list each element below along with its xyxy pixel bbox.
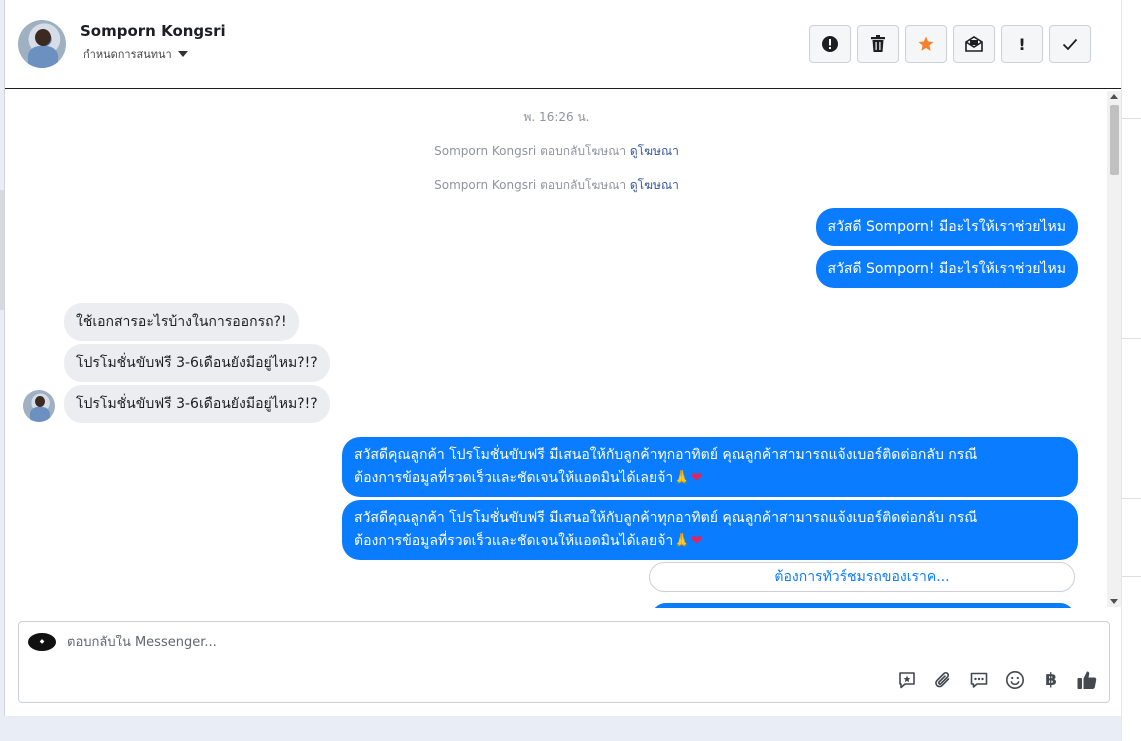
system-message: Somporn Kongsri ตอบกลับโฆษณา ดูโฆษณา: [5, 142, 1108, 161]
view-ad-link[interactable]: ดูโฆษณา: [630, 178, 679, 192]
attach-file-button[interactable]: [931, 668, 955, 692]
follow-up-button[interactable]: !: [1001, 25, 1043, 63]
praying-hands-emoji: 🙏: [673, 470, 691, 486]
system-message: Somporn Kongsri ตอบกลับโฆษณา ดูโฆษณา: [5, 176, 1108, 195]
outgoing-message-partial: [651, 603, 1075, 608]
message-text: ต้องการข้อมูลที่รวดเร็วและชัดเจนให้แอดมิ…: [354, 533, 674, 549]
emoji-icon: [1006, 671, 1024, 689]
message-timestamp: พ. 16:26 น.: [523, 110, 590, 124]
heart-emoji: ❤: [690, 470, 703, 486]
star-button[interactable]: [905, 25, 947, 63]
mark-spam-button[interactable]: [809, 25, 851, 63]
message-line: สวัสดีคุณลูกค้า โปรโมชั่นขับฟรี มีเสนอให…: [354, 510, 978, 526]
conversation-settings-label: กำหนดการสนทนา: [83, 48, 172, 61]
outgoing-message[interactable]: สวัสดี Somporn! มีอะไรให้เราช่วยไหม: [815, 208, 1078, 246]
heart-emoji: ❤: [690, 533, 703, 549]
message-text: ต้องการข้อมูลที่รวดเร็วและชัดเจนให้แอดมิ…: [354, 470, 674, 486]
system-message-text: Somporn Kongsri ตอบกลับโฆษณา: [434, 144, 630, 158]
exclamation-icon: !: [1018, 34, 1026, 54]
divider: [1122, 576, 1141, 577]
trash-icon: [871, 35, 885, 52]
contact-name[interactable]: Somporn Kongsri: [80, 22, 226, 40]
message-line-2: ต้องการข้อมูลที่รวดเร็วและชัดเจนให้แอดมิ…: [354, 467, 1066, 490]
message-template-button[interactable]: [967, 668, 991, 692]
outgoing-message[interactable]: สวัสดีคุณลูกค้า โปรโมชั่นขับฟรี มีเสนอให…: [342, 437, 1078, 497]
divider: [1122, 338, 1141, 339]
mark-unread-button[interactable]: [953, 25, 995, 63]
contact-avatar-small: [23, 390, 55, 422]
conversation-toolbar: !: [809, 25, 1091, 63]
message-line: สวัสดีคุณลูกค้า โปรโมชั่นขับฟรี มีเสนอให…: [354, 447, 978, 463]
view-ad-link[interactable]: ดูโฆษณา: [630, 144, 679, 158]
incoming-message[interactable]: โปรโมชั่นขับฟรี 3-6เดือนยังมีอยู่ไหม?!?: [64, 344, 330, 382]
incoming-message[interactable]: ใช้เอกสารอะไรบ้างในการออกรถ?!: [64, 303, 299, 341]
check-icon: [1062, 38, 1078, 51]
message-line-2: ต้องการข้อมูลที่รวดเร็วและชัดเจนให้แอดมิ…: [354, 530, 1066, 553]
system-message-text: Somporn Kongsri ตอบกลับโฆษณา: [434, 178, 630, 192]
quick-reply-button[interactable]: ต้องการทัวร์ชมรถของเราค...: [649, 562, 1075, 592]
mark-done-button[interactable]: [1049, 25, 1091, 63]
emoji-button[interactable]: [1003, 668, 1027, 692]
saved-reply-icon: [899, 672, 915, 689]
message-icon: [970, 672, 988, 688]
baht-icon: ฿: [1045, 670, 1057, 690]
divider: [1122, 118, 1141, 119]
saved-reply-button[interactable]: [895, 668, 919, 692]
incoming-message[interactable]: โปรโมชั่นขับฟรี 3-6เดือนยังมีอยู่ไหม?!?: [64, 385, 330, 423]
thumbs-up-icon: [1077, 671, 1097, 689]
delete-button[interactable]: [857, 25, 899, 63]
attachment-icon: [935, 672, 950, 688]
reply-input[interactable]: [67, 635, 867, 650]
payment-button[interactable]: ฿: [1039, 668, 1063, 692]
scroll-up-arrow-icon[interactable]: [1110, 94, 1118, 99]
composer-actions: ฿: [895, 668, 1099, 692]
chat-scrollbar[interactable]: [1107, 91, 1122, 607]
like-button[interactable]: [1075, 668, 1099, 692]
divider: [1122, 498, 1141, 499]
right-panel-edge: [1121, 0, 1141, 741]
conversation-header: Somporn Kongsri กำหนดการสนทนา !: [5, 0, 1122, 89]
outgoing-message[interactable]: สวัสดี Somporn! มีอะไรให้เราช่วยไหม: [815, 250, 1078, 288]
conversation-panel: Somporn Kongsri กำหนดการสนทนา ! พ. 16:26…: [4, 0, 1122, 716]
message-thread[interactable]: พ. 16:26 น. Somporn Kongsri ตอบกลับโฆษณา…: [5, 90, 1108, 608]
scroll-thumb[interactable]: [1110, 105, 1119, 175]
alert-circle-icon: [822, 36, 838, 52]
message-composer: ◆ ฿: [18, 621, 1110, 703]
caret-down-icon: [177, 51, 188, 57]
scroll-down-arrow-icon[interactable]: [1110, 599, 1118, 604]
page-logo: ◆: [28, 633, 56, 651]
star-icon: [918, 36, 934, 51]
conversation-settings-dropdown[interactable]: กำหนดการสนทนา: [83, 45, 188, 63]
envelope-icon: [965, 36, 983, 52]
contact-avatar[interactable]: [18, 20, 66, 68]
praying-hands-emoji: 🙏: [673, 533, 691, 549]
outgoing-message[interactable]: สวัสดีคุณลูกค้า โปรโมชั่นขับฟรี มีเสนอให…: [342, 500, 1078, 560]
